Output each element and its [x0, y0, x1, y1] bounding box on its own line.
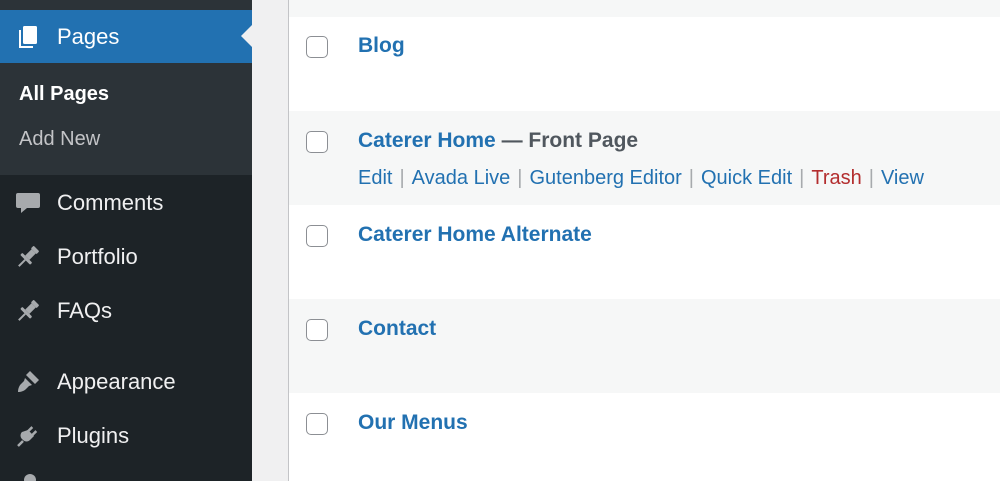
table-row[interactable]: Our Menus: [289, 393, 1000, 481]
page-title-link[interactable]: Caterer Home Alternate: [358, 223, 592, 246]
table-row[interactable]: Caterer Home Alternate: [289, 205, 1000, 299]
page-title-link[interactable]: Our Menus: [358, 411, 468, 434]
table-row[interactable]: Contact: [289, 299, 1000, 393]
sidebar-item-label: Appearance: [57, 369, 176, 394]
table-row-partial: [289, 0, 1000, 17]
sidebar-item-label: Plugins: [57, 423, 130, 448]
sidebar-item-label: Pages: [57, 23, 120, 49]
sidebar-item-portfolio[interactable]: Portfolio: [0, 232, 252, 282]
table-row[interactable]: Blog: [289, 17, 1000, 111]
sidebar-item-appearance[interactable]: Appearance: [0, 357, 252, 407]
sidebar-item-faqs[interactable]: FAQs: [0, 286, 252, 336]
row-actions: Edit | Avada Live | Gutenberg Editor | Quick E…: [358, 167, 924, 190]
gutenberg-editor-link[interactable]: Gutenberg Editor: [529, 167, 681, 189]
sidebar-item-comments[interactable]: Comments: [0, 178, 252, 228]
pin-icon: [14, 297, 42, 325]
page-state-label: — Front Page: [495, 129, 639, 152]
view-link[interactable]: View: [881, 167, 924, 189]
pages-table: Blog Caterer Home — Front Page Edit | Avad…: [288, 0, 1000, 481]
row-checkbox[interactable]: [306, 131, 328, 153]
action-separator: |: [868, 167, 874, 189]
action-separator: |: [399, 167, 405, 189]
edit-link[interactable]: Edit: [358, 167, 392, 189]
page-title-link[interactable]: Blog: [358, 34, 405, 57]
quick-edit-link[interactable]: Quick Edit: [701, 167, 792, 189]
plugin-icon: [14, 422, 42, 450]
submenu-item-add-new[interactable]: Add New: [19, 128, 100, 151]
action-separator: |: [517, 167, 523, 189]
avada-live-link[interactable]: Avada Live: [412, 167, 511, 189]
pages-icon: [14, 23, 42, 51]
current-menu-arrow: [241, 25, 252, 47]
table-row[interactable]: Caterer Home — Front Page Edit | Avada Liv…: [289, 111, 1000, 205]
sidebar-item-label: Comments: [57, 190, 164, 215]
row-checkbox[interactable]: [306, 36, 328, 58]
row-title: Contact: [358, 317, 436, 341]
paintbrush-icon: [14, 368, 42, 396]
sidebar-item-label: FAQs: [57, 298, 113, 323]
sidebar-item-pages[interactable]: Pages: [0, 10, 252, 63]
row-checkbox[interactable]: [306, 319, 328, 341]
pin-icon: [14, 243, 42, 271]
row-checkbox[interactable]: [306, 225, 328, 247]
page-title-link[interactable]: Caterer Home: [358, 129, 496, 152]
comments-icon: [14, 189, 42, 217]
action-separator: |: [799, 167, 805, 189]
row-title: Our Menus: [358, 411, 468, 435]
action-separator: |: [688, 167, 694, 189]
trash-link[interactable]: Trash: [811, 167, 861, 189]
submenu-item-all-pages[interactable]: All Pages: [19, 83, 109, 106]
admin-sidebar: Pages All Pages Add New Comments Portfol…: [0, 0, 252, 481]
sidebar-item-label: Portfolio: [57, 244, 138, 269]
row-title: Caterer Home — Front Page: [358, 129, 638, 153]
main-content: Blog Caterer Home — Front Page Edit | Avad…: [252, 0, 1000, 481]
sidebar-top-strip: [0, 0, 252, 10]
pages-submenu: All Pages Add New: [0, 63, 252, 175]
row-title: Caterer Home Alternate: [358, 223, 592, 247]
row-checkbox[interactable]: [306, 413, 328, 435]
partial-menu-icon: [24, 474, 36, 481]
sidebar-item-plugins[interactable]: Plugins: [0, 411, 252, 461]
row-title: Blog: [358, 34, 405, 58]
page-title-link[interactable]: Contact: [358, 317, 436, 340]
